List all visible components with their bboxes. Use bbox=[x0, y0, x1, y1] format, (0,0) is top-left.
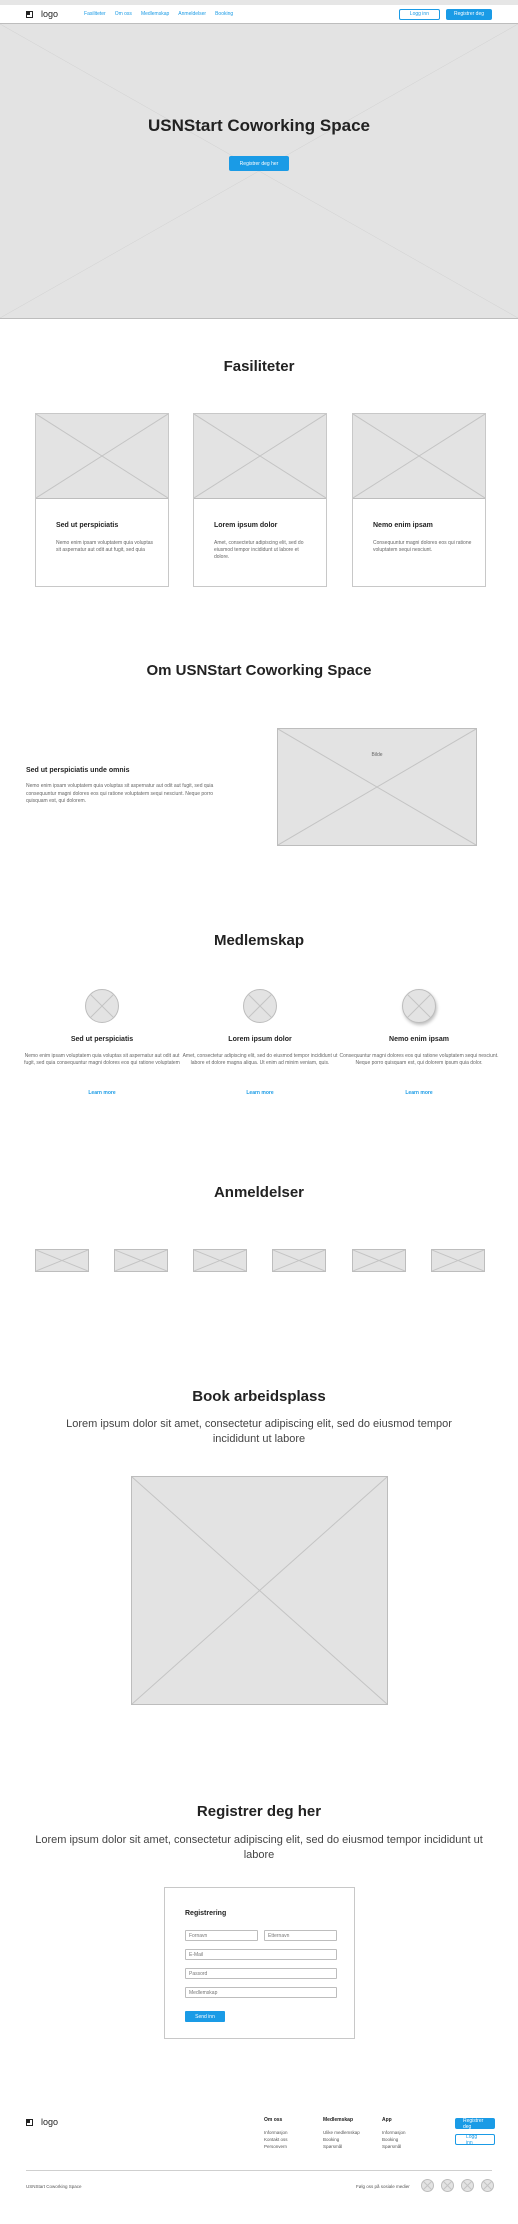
footer-login-button[interactable]: Logg inn bbox=[455, 2134, 495, 2146]
footer-link[interactable]: Kontakt oss bbox=[264, 2136, 288, 2143]
hero-register-button[interactable]: Registrer deg her bbox=[229, 156, 289, 171]
hero-title: USNStart Coworking Space bbox=[148, 116, 370, 135]
facility-image-placeholder bbox=[36, 414, 168, 499]
social-icon[interactable] bbox=[481, 2179, 494, 2192]
main-nav: Fasiliteter Om oss Medlemskap Anmeldelse… bbox=[84, 11, 233, 17]
footer-divider bbox=[26, 2170, 492, 2171]
email-field[interactable]: E-Mail bbox=[185, 1949, 337, 1960]
footer-link[interactable]: Booking bbox=[382, 2136, 406, 2143]
facility-card-title: Nemo enim ipsam bbox=[373, 522, 433, 529]
membership-item-text: Nemo enim ipsam voluptatem quia voluptas… bbox=[24, 1053, 180, 1066]
footer-column-om-oss: Om oss Informasjon Kontakt oss Personver… bbox=[264, 2117, 288, 2150]
header-logo[interactable]: logo bbox=[26, 9, 58, 19]
booking-image-placeholder bbox=[131, 1476, 388, 1705]
about-image-label: Bilde bbox=[371, 752, 383, 758]
header-actions: Logg inn Registrer deg bbox=[398, 8, 492, 20]
nav-link-medlemskap[interactable]: Medlemskap bbox=[141, 11, 169, 17]
social-icon[interactable] bbox=[421, 2179, 434, 2192]
facility-image-placeholder bbox=[194, 414, 326, 499]
about-image-placeholder: Bilde bbox=[277, 728, 477, 846]
membership-item-title: Lorem ipsum dolor bbox=[228, 1036, 292, 1043]
footer-link[interactable]: Informasjon bbox=[264, 2129, 288, 2136]
nav-link-om-oss[interactable]: Om oss bbox=[115, 11, 132, 17]
review-placeholder bbox=[193, 1249, 247, 1272]
facility-card-text: Consequuntur magni dolores eos qui ratio… bbox=[373, 540, 472, 553]
review-placeholder bbox=[272, 1249, 326, 1272]
first-name-field[interactable]: Fornavn bbox=[185, 1930, 258, 1941]
footer-link[interactable]: Ulike medlemskap bbox=[323, 2129, 360, 2136]
membership-learn-more-link[interactable]: Learn more bbox=[180, 1090, 340, 1096]
facility-card: Lorem ipsum dolor Amet, consectetur adip… bbox=[193, 413, 327, 587]
booking-subtitle: Lorem ipsum dolor sit amet, consectetur … bbox=[66, 1418, 452, 1445]
about-title: Om USNStart Coworking Space bbox=[146, 662, 372, 679]
membership-field[interactable]: Medlemskap bbox=[185, 1987, 337, 1998]
password-field[interactable]: Passord bbox=[185, 1968, 337, 1979]
about-text: Nemo enim ipsam voluptatem quia voluptas… bbox=[26, 783, 214, 804]
review-placeholder bbox=[352, 1249, 406, 1272]
review-placeholder bbox=[114, 1249, 168, 1272]
membership-item-text: Consequuntur magni dolores eos qui ratio… bbox=[339, 1053, 499, 1066]
footer-column-title: App bbox=[382, 2117, 392, 2123]
facility-card-title: Lorem ipsum dolor bbox=[214, 522, 278, 529]
membership-item-title: Nemo enim ipsam bbox=[389, 1036, 449, 1043]
footer-link[interactable]: Informasjon bbox=[382, 2129, 406, 2136]
nav-link-fasiliteter[interactable]: Fasiliteter bbox=[84, 11, 106, 17]
facility-image-placeholder bbox=[353, 414, 485, 499]
registration-form: Registrering Fornavn Etternavn E-Mail Pa… bbox=[164, 1887, 355, 2039]
membership-item-title: Sed ut perspiciatis bbox=[70, 1036, 134, 1043]
submit-button[interactable]: Send inn bbox=[185, 2011, 225, 2022]
logo-icon bbox=[26, 2118, 33, 2126]
register-title: Registrer deg her bbox=[196, 1803, 322, 1820]
footer-column-title: Om oss bbox=[264, 2117, 283, 2123]
login-button[interactable]: Logg inn bbox=[398, 8, 440, 20]
facilities-title: Fasiliteter bbox=[223, 358, 295, 375]
logo-text: logo bbox=[41, 9, 59, 19]
membership-image-placeholder bbox=[85, 989, 119, 1023]
social-icon[interactable] bbox=[461, 2179, 474, 2192]
membership-image-placeholder bbox=[402, 989, 436, 1023]
membership-learn-more-link[interactable]: Learn more bbox=[22, 1090, 182, 1096]
facility-card-title: Sed ut perspiciatis bbox=[56, 522, 119, 529]
social-follow-text: Følg oss på sosiale medier bbox=[356, 2184, 410, 2189]
footer-column-app: App Informasjon Booking Spørsmål bbox=[382, 2117, 406, 2150]
copyright-text: USNStart Coworking Space bbox=[26, 2184, 82, 2189]
membership-image-placeholder bbox=[243, 989, 277, 1023]
logo-text: logo bbox=[41, 2117, 59, 2127]
membership-learn-more-link[interactable]: Learn more bbox=[339, 1090, 499, 1096]
nav-link-anmeldelser[interactable]: Anmeldelser bbox=[178, 11, 206, 17]
logo-icon bbox=[26, 10, 33, 18]
footer-link[interactable]: Spørsmål bbox=[382, 2143, 406, 2150]
facility-card: Nemo enim ipsam Consequuntur magni dolor… bbox=[352, 413, 486, 587]
about-heading: Sed ut perspiciatis unde omnis bbox=[26, 767, 130, 774]
membership-item-text: Amet, consectetur adipiscing elit, sed d… bbox=[182, 1053, 338, 1066]
footer-column-title: Medlemskap bbox=[323, 2117, 354, 2123]
register-button[interactable]: Registrer deg bbox=[445, 8, 492, 20]
footer-logo[interactable]: logo bbox=[26, 2117, 58, 2127]
facility-card-text: Nemo enim ipsam voluptatem quia voluptas… bbox=[56, 540, 153, 553]
hero-image-placeholder bbox=[0, 23, 518, 319]
facility-card-text: Amet, consectetur adipiscing elit, sed d… bbox=[214, 540, 304, 560]
reviews-title: Anmeldelser bbox=[213, 1184, 305, 1201]
register-subtitle: Lorem ipsum dolor sit amet, consectetur … bbox=[35, 1834, 483, 1861]
registration-form-title: Registrering bbox=[185, 1910, 227, 1917]
footer-link[interactable]: Booking bbox=[323, 2136, 360, 2143]
review-placeholder bbox=[35, 1249, 89, 1272]
facility-card: Sed ut perspiciatis Nemo enim ipsam volu… bbox=[35, 413, 169, 587]
nav-link-booking[interactable]: Booking bbox=[215, 11, 233, 17]
footer-column-medlemskap: Medlemskap Ulike medlemskap Booking Spør… bbox=[323, 2117, 360, 2150]
footer-link[interactable]: Personvern bbox=[264, 2143, 288, 2150]
membership-title: Medlemskap bbox=[213, 932, 305, 949]
social-icon[interactable] bbox=[441, 2179, 454, 2192]
booking-title: Book arbeidsplass bbox=[192, 1388, 326, 1405]
review-placeholder bbox=[431, 1249, 485, 1272]
footer-link[interactable]: Spørsmål bbox=[323, 2143, 360, 2150]
footer-register-button[interactable]: Registrer deg bbox=[455, 2118, 495, 2130]
last-name-field[interactable]: Etternavn bbox=[264, 1930, 337, 1941]
top-navbar: logo Fasiliteter Om oss Medlemskap Anmel… bbox=[0, 5, 518, 23]
